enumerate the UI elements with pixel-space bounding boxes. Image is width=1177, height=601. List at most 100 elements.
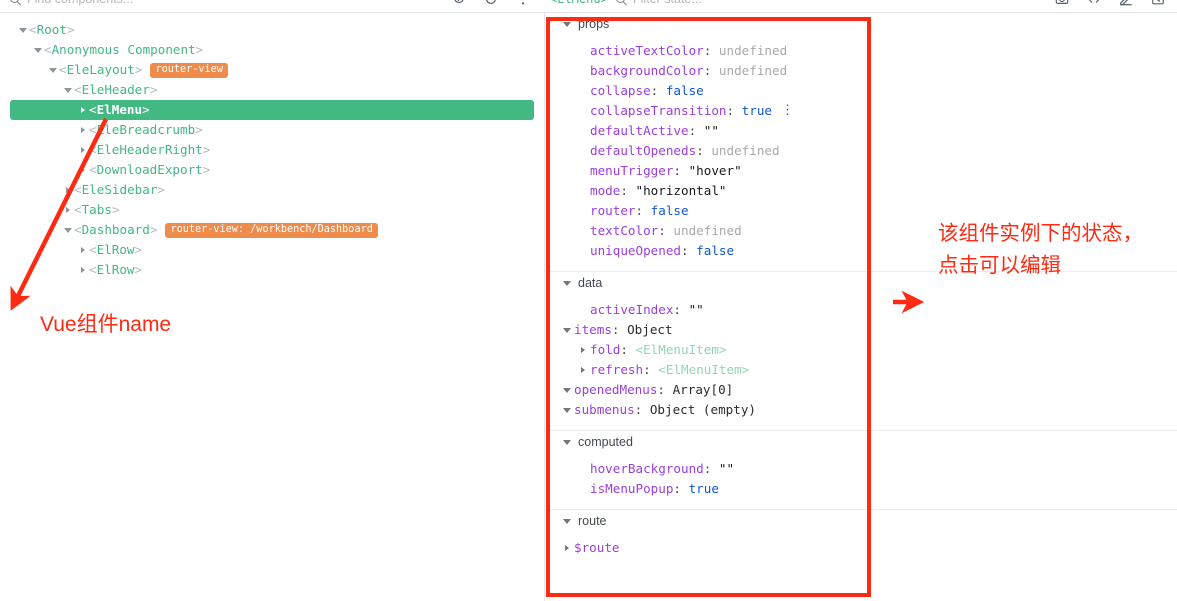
state-row[interactable]: menuTrigger: "hover" — [546, 161, 1177, 181]
tree-row[interactable]: <Root> — [10, 20, 534, 40]
state-row[interactable]: defaultActive: "" — [546, 121, 1177, 141]
state-colon: : — [703, 63, 719, 78]
state-value[interactable]: true — [742, 101, 772, 121]
chevron-right-icon[interactable] — [76, 167, 89, 173]
state-row[interactable]: collapseTransition: true ⋮ — [546, 101, 1177, 121]
state-value[interactable]: "hover" — [689, 161, 742, 181]
more-vertical-icon[interactable]: ⋮ — [781, 101, 794, 121]
chevron-right-icon[interactable] — [560, 545, 573, 551]
state-value[interactable]: "" — [704, 121, 719, 141]
state-value[interactable]: undefined — [711, 141, 779, 161]
state-row[interactable]: mode: "horizontal" — [546, 181, 1177, 201]
target-select-icon[interactable] — [452, 0, 466, 6]
state-row[interactable]: isMenuPopup: true — [546, 479, 1177, 499]
state-row[interactable]: fold: <ElMenuItem> — [546, 340, 1177, 360]
chevron-down-icon[interactable] — [46, 67, 59, 73]
state-group-header[interactable]: computed — [546, 431, 1177, 453]
code-icon[interactable] — [1087, 0, 1101, 6]
chevron-right-icon[interactable] — [76, 127, 89, 133]
tree-row[interactable]: <Tabs> — [10, 200, 534, 220]
chevron-down-icon[interactable] — [560, 21, 573, 27]
chevron-down-icon[interactable] — [560, 518, 573, 524]
find-components-search[interactable]: Find components... — [10, 0, 133, 6]
tree-row[interactable]: <DownloadExport> — [10, 160, 534, 180]
chevron-right-icon[interactable] — [76, 107, 89, 113]
tree-row[interactable]: <Dashboard> router-view: /workbench/Dashb… — [10, 220, 534, 240]
state-row[interactable]: backgroundColor: undefined — [546, 61, 1177, 81]
vue-devtools-window: Find components... — [0, 0, 1177, 601]
state-value[interactable]: <ElMenuItem> — [658, 360, 749, 380]
state-toolbar: <ElMenu> Filter state... — [546, 0, 1177, 12]
chevron-down-icon[interactable] — [560, 439, 573, 445]
component-tree-pane[interactable]: <Root> <Anonymous Component> <EleLayout> ro… — [0, 13, 545, 601]
tree-row[interactable]: <EleHeader> — [10, 80, 534, 100]
state-row[interactable]: activeTextColor: undefined — [546, 41, 1177, 61]
tree-row[interactable]: <EleSidebar> — [10, 180, 534, 200]
state-row[interactable]: $route — [546, 538, 1177, 558]
state-value[interactable]: "horizontal" — [636, 181, 727, 201]
state-value[interactable]: false — [696, 241, 734, 261]
component-name: EleHeader — [81, 82, 150, 97]
state-value[interactable]: "" — [689, 300, 704, 320]
more-vertical-icon[interactable] — [516, 0, 530, 6]
state-inspector-pane[interactable]: props activeTextColor: undefined backgroun… — [546, 13, 1177, 601]
filter-state-search[interactable]: Filter state... — [616, 0, 702, 6]
router-view-badge: router-view: /workbench/Dashboard — [165, 222, 378, 238]
chevron-right-icon[interactable] — [576, 347, 589, 353]
chevron-down-icon[interactable] — [560, 327, 573, 333]
tree-row[interactable]: <ElRow> — [10, 240, 534, 260]
component-name: Tabs — [81, 202, 112, 217]
state-colon: : — [673, 163, 689, 178]
tree-row[interactable]: <EleBreadcrumb> — [10, 120, 534, 140]
chevron-down-icon[interactable] — [560, 280, 573, 286]
state-value[interactable]: undefined — [719, 41, 787, 61]
state-row[interactable]: hoverBackground: "" — [546, 459, 1177, 479]
state-row[interactable]: activeIndex: "" — [546, 300, 1177, 320]
chevron-down-icon[interactable] — [560, 407, 573, 413]
component-tag: <Anonymous Component> — [44, 42, 204, 57]
open-external-icon[interactable] — [1151, 0, 1165, 6]
chevron-right-icon[interactable] — [76, 267, 89, 273]
tree-row[interactable]: <EleLayout> router-view — [10, 60, 534, 80]
state-row[interactable]: items: Object — [546, 320, 1177, 340]
state-key: router — [590, 203, 636, 218]
state-value[interactable]: Array[0] — [673, 380, 734, 400]
tree-row[interactable]: <ElRow> — [10, 260, 534, 280]
state-group-body: $route — [546, 532, 1177, 568]
state-value[interactable]: Object — [627, 320, 673, 340]
state-row[interactable]: openedMenus: Array[0] — [546, 380, 1177, 400]
state-group-header[interactable]: props — [546, 13, 1177, 35]
chevron-down-icon[interactable] — [16, 27, 29, 33]
state-value[interactable]: undefined — [719, 61, 787, 81]
edit-icon[interactable] — [1119, 0, 1133, 6]
state-group-header[interactable]: route — [546, 510, 1177, 532]
chevron-right-icon[interactable] — [76, 147, 89, 153]
filter-state-placeholder: Filter state... — [633, 0, 702, 6]
tree-row[interactable]: <Anonymous Component> — [10, 40, 534, 60]
tree-row-selected[interactable]: <ElMenu> — [10, 100, 534, 120]
refresh-icon[interactable] — [484, 0, 498, 6]
state-row[interactable]: defaultOpeneds: undefined — [546, 141, 1177, 161]
tree-row[interactable]: <EleHeaderRight> — [10, 140, 534, 160]
state-row[interactable]: submenus: Object (empty) — [546, 400, 1177, 420]
state-value[interactable]: true — [689, 479, 719, 499]
state-value[interactable]: false — [666, 81, 704, 101]
state-value[interactable]: "" — [719, 459, 734, 479]
component-tag: <EleHeaderRight> — [89, 142, 211, 157]
state-value[interactable]: undefined — [673, 221, 741, 241]
chevron-down-icon[interactable] — [31, 47, 44, 53]
chevron-right-icon[interactable] — [61, 207, 74, 213]
state-value[interactable]: false — [651, 201, 689, 221]
state-value[interactable]: Object (empty) — [650, 400, 756, 420]
chevron-down-icon[interactable] — [61, 227, 74, 233]
chevron-down-icon[interactable] — [61, 87, 74, 93]
selected-component-breadcrumb[interactable]: <ElMenu> — [550, 0, 608, 6]
state-row[interactable]: collapse: false — [546, 81, 1177, 101]
state-row[interactable]: refresh: <ElMenuItem> — [546, 360, 1177, 380]
chevron-right-icon[interactable] — [61, 187, 74, 193]
chevron-right-icon[interactable] — [576, 367, 589, 373]
chevron-right-icon[interactable] — [76, 247, 89, 253]
camera-icon[interactable] — [1055, 0, 1069, 6]
chevron-down-icon[interactable] — [560, 387, 573, 393]
state-value[interactable]: <ElMenuItem> — [636, 340, 727, 360]
